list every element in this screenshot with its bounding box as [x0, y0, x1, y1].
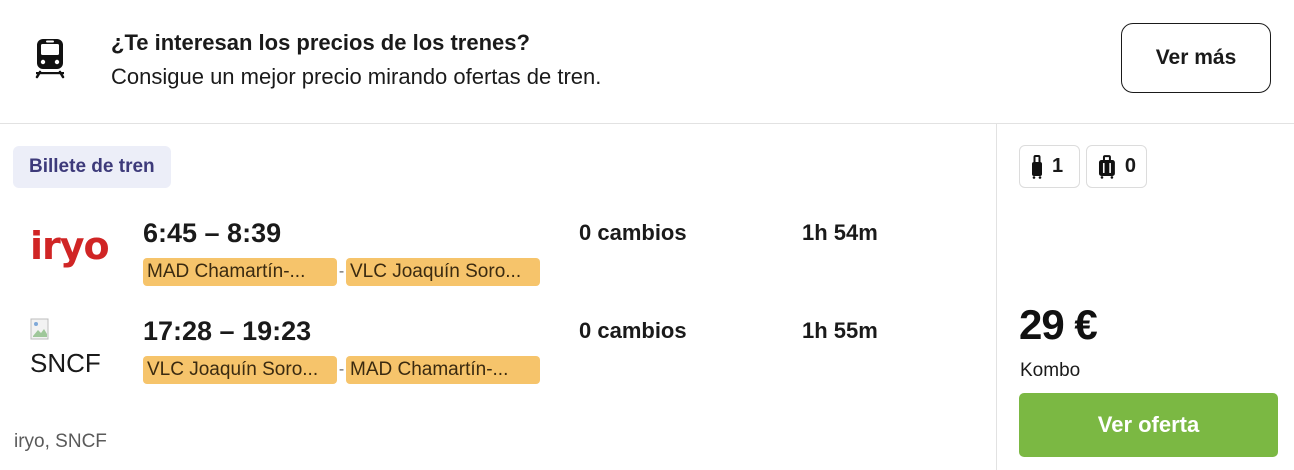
ver-mas-button[interactable]: Ver más	[1121, 23, 1271, 93]
leg-2-separator: -	[338, 361, 345, 378]
sncf-logo-alt-text: SNCF	[30, 348, 101, 378]
checked-bag-icon	[1098, 154, 1115, 179]
carry-on-bag-icon	[1032, 154, 1042, 179]
column-divider	[996, 124, 997, 470]
broken-image-icon	[30, 318, 49, 340]
checked-bag-indicator[interactable]: 0	[1086, 145, 1147, 188]
banner-subtitle: Consigue un mejor precio mirando ofertas…	[111, 64, 602, 89]
carry-on-bag-count: 1	[1052, 155, 1064, 177]
leg-2-stations: VLC Joaquín Soro... - MAD Chamartín-...	[143, 356, 540, 384]
leg-1-separator: -	[338, 263, 345, 280]
provider-name: Kombo	[1020, 360, 1081, 381]
banner-title: ¿Te interesan los precios de los trenes?	[111, 30, 530, 55]
leg-1-changes: 0 cambios	[579, 220, 687, 245]
iryo-logo: iryo	[30, 224, 110, 268]
carrier-names: iryo, SNCF	[14, 431, 107, 452]
leg-1-times: 6:45 – 8:39	[143, 218, 282, 248]
ticket-type-badge: Billete de tren	[13, 146, 171, 188]
leg-2-origin-station[interactable]: VLC Joaquín Soro...	[143, 356, 337, 384]
leg-1-origin-station[interactable]: MAD Chamartín-...	[143, 258, 337, 286]
leg-1-stations: MAD Chamartín-... - VLC Joaquín Soro...	[143, 258, 540, 286]
leg-2-duration: 1h 55m	[802, 318, 878, 343]
train-icon	[35, 39, 65, 79]
price: 29 €	[1019, 301, 1098, 348]
ver-oferta-button[interactable]: Ver oferta	[1019, 393, 1278, 457]
carry-on-bag-indicator[interactable]: 1	[1019, 145, 1080, 188]
train-promo-banner: ¿Te interesan los precios de los trenes?…	[0, 0, 1294, 124]
sncf-logo: SNCF	[30, 318, 120, 380]
leg-2-changes: 0 cambios	[579, 318, 687, 343]
leg-1-destination-station[interactable]: VLC Joaquín Soro...	[346, 258, 540, 286]
leg-2-times: 17:28 – 19:23	[143, 316, 312, 346]
checked-bag-count: 0	[1124, 155, 1136, 177]
leg-1-duration: 1h 54m	[802, 220, 878, 245]
leg-2-destination-station[interactable]: MAD Chamartín-...	[346, 356, 540, 384]
